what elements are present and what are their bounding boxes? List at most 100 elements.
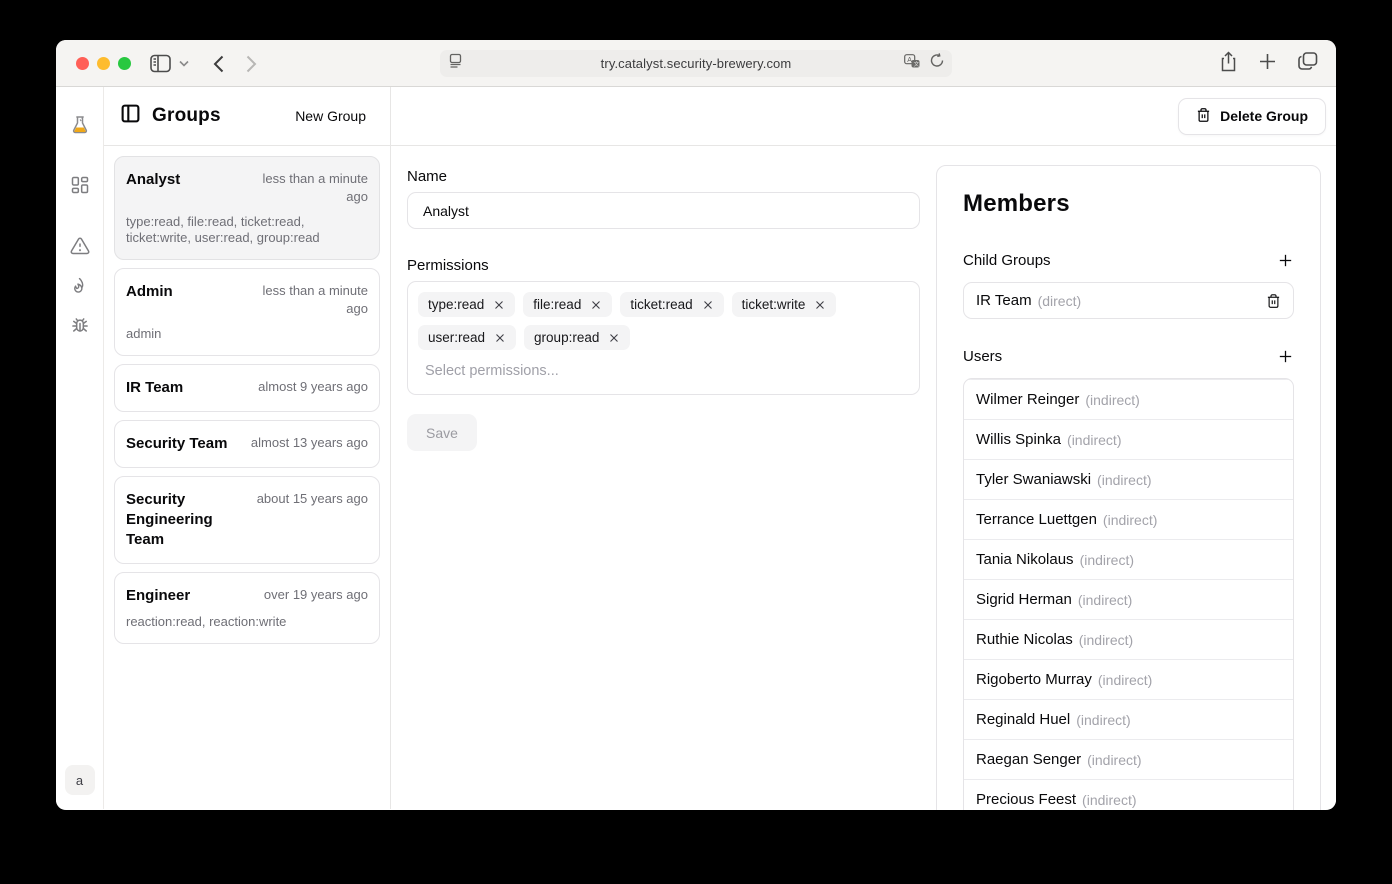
dashboard-icon[interactable] [70,175,90,200]
translate-icon[interactable]: A 文 [904,54,920,73]
minimize-window-button[interactable] [97,57,110,70]
app-sidebar: a [56,87,104,809]
user-row[interactable]: Raegan Senger (indirect) [964,739,1293,779]
reload-icon[interactable] [930,53,944,73]
groups-header: Groups New Group [104,87,390,146]
permissions-select[interactable]: type:read file:read [407,281,920,395]
remove-tag-icon[interactable] [814,299,826,311]
add-child-group-icon[interactable] [1277,252,1294,269]
remove-child-group-icon[interactable] [1266,293,1281,309]
delete-group-button[interactable]: Delete Group [1178,98,1326,135]
user-membership-type: (indirect) [1097,472,1151,488]
name-input[interactable] [407,192,920,229]
save-button[interactable]: Save [407,414,477,451]
user-row[interactable]: Ruthie Nicolas (indirect) [964,619,1293,659]
permission-tag: file:read [523,292,612,317]
group-list-item[interactable]: IR Team almost 9 years ago [114,364,380,412]
group-list-item[interactable]: Analyst less than a minute ago type:read… [114,156,380,260]
panel-left-icon[interactable] [120,103,141,129]
remove-tag-icon[interactable] [494,332,506,344]
group-list-item[interactable]: Admin less than a minute ago admin [114,268,380,356]
permission-tags: type:read file:read [418,292,909,350]
url-text[interactable]: try.catalyst.security-brewery.com [440,56,952,71]
user-name: Terrance Luettgen [976,511,1097,528]
user-membership-type: (indirect) [1076,712,1130,728]
user-membership-type: (indirect) [1098,672,1152,688]
tab-overview-icon[interactable] [1298,52,1318,75]
share-icon[interactable] [1220,51,1237,77]
permission-tag-label: user:read [428,330,485,345]
browser-window: try.catalyst.security-brewery.com A 文 [56,40,1336,810]
name-label: Name [407,168,936,185]
group-timestamp: about 15 years ago [249,490,368,508]
main-header: Delete Group [391,87,1336,146]
bug-icon[interactable] [70,316,90,341]
zoom-window-button[interactable] [118,57,131,70]
new-tab-icon[interactable] [1259,53,1276,75]
flask-logo-icon[interactable] [69,114,91,141]
users-label: Users [963,348,1002,365]
groups-panel: Groups New Group Analyst less than a min… [104,87,391,809]
remove-tag-icon[interactable] [608,332,620,344]
user-membership-type: (indirect) [1082,792,1136,808]
forward-button-icon[interactable] [246,55,257,73]
child-groups-label: Child Groups [963,252,1051,269]
remove-tag-icon[interactable] [493,299,505,311]
user-row[interactable]: Tania Nikolaus (indirect) [964,539,1293,579]
reader-icon[interactable] [448,53,463,73]
user-name: Wilmer Reinger [976,391,1079,408]
group-timestamp: less than a minute ago [238,282,368,318]
permission-tag: ticket:read [620,292,723,317]
new-group-button[interactable]: New Group [295,108,374,124]
permission-tag-label: type:read [428,297,484,312]
flame-icon[interactable] [70,277,89,301]
add-user-icon[interactable] [1277,348,1294,365]
user-avatar[interactable]: a [65,765,95,795]
user-row[interactable]: Sigrid Herman (indirect) [964,579,1293,619]
child-group-row: IR Team (direct) [963,282,1294,319]
close-window-button[interactable] [76,57,89,70]
permission-tag: group:read [524,325,630,350]
browser-toolbar: try.catalyst.security-brewery.com A 文 [56,40,1336,87]
permission-tag-label: group:read [534,330,599,345]
group-form: Name Permissions type:read [391,146,936,810]
user-row[interactable]: Precious Feest (indirect) [964,779,1293,810]
trash-icon [1196,107,1211,126]
group-list-item[interactable]: Engineer over 19 years ago reaction:read… [114,572,380,644]
main-panel: Delete Group Name Permissions type:read [391,87,1336,809]
chevron-down-icon[interactable] [179,60,189,67]
group-list-item[interactable]: Security Engineering Team about 15 years… [114,476,380,564]
user-row[interactable]: Wilmer Reinger (indirect) [964,379,1293,419]
user-row[interactable]: Rigoberto Murray (indirect) [964,659,1293,699]
user-row[interactable]: Tyler Swaniawski (indirect) [964,459,1293,499]
user-row[interactable]: Reginald Huel (indirect) [964,699,1293,739]
toolbar-actions [1220,40,1318,87]
permission-tag: type:read [418,292,515,317]
alerts-icon[interactable] [70,236,90,261]
user-name: Tyler Swaniawski [976,471,1091,488]
permission-tag: user:read [418,325,516,350]
child-group-name: IR Team [976,292,1032,309]
delete-group-label: Delete Group [1220,108,1308,124]
group-list-item[interactable]: Security Team almost 13 years ago [114,420,380,468]
permissions-placeholder[interactable]: Select permissions... [425,363,909,379]
permission-tag-label: ticket:read [630,297,692,312]
toolbar-nav [150,40,257,87]
window-controls [76,40,131,87]
back-button-icon[interactable] [213,55,224,73]
address-bar[interactable]: try.catalyst.security-brewery.com A 文 [440,50,952,77]
members-panel: Members Child Groups IR Team (direct) [936,165,1321,810]
remove-tag-icon[interactable] [590,299,602,311]
sidebar-toggle-icon[interactable] [150,54,171,73]
users-section-header: Users [963,348,1294,365]
remove-tag-icon[interactable] [702,299,714,311]
user-membership-type: (indirect) [1080,552,1134,568]
user-membership-type: (indirect) [1078,592,1132,608]
page-title: Groups [152,105,221,127]
user-membership-type: (indirect) [1103,512,1157,528]
user-row[interactable]: Willis Spinka (indirect) [964,419,1293,459]
group-name: Engineer [126,586,190,606]
user-row[interactable]: Terrance Luettgen (indirect) [964,499,1293,539]
user-name: Sigrid Herman [976,591,1072,608]
group-timestamp: almost 13 years ago [243,434,368,452]
